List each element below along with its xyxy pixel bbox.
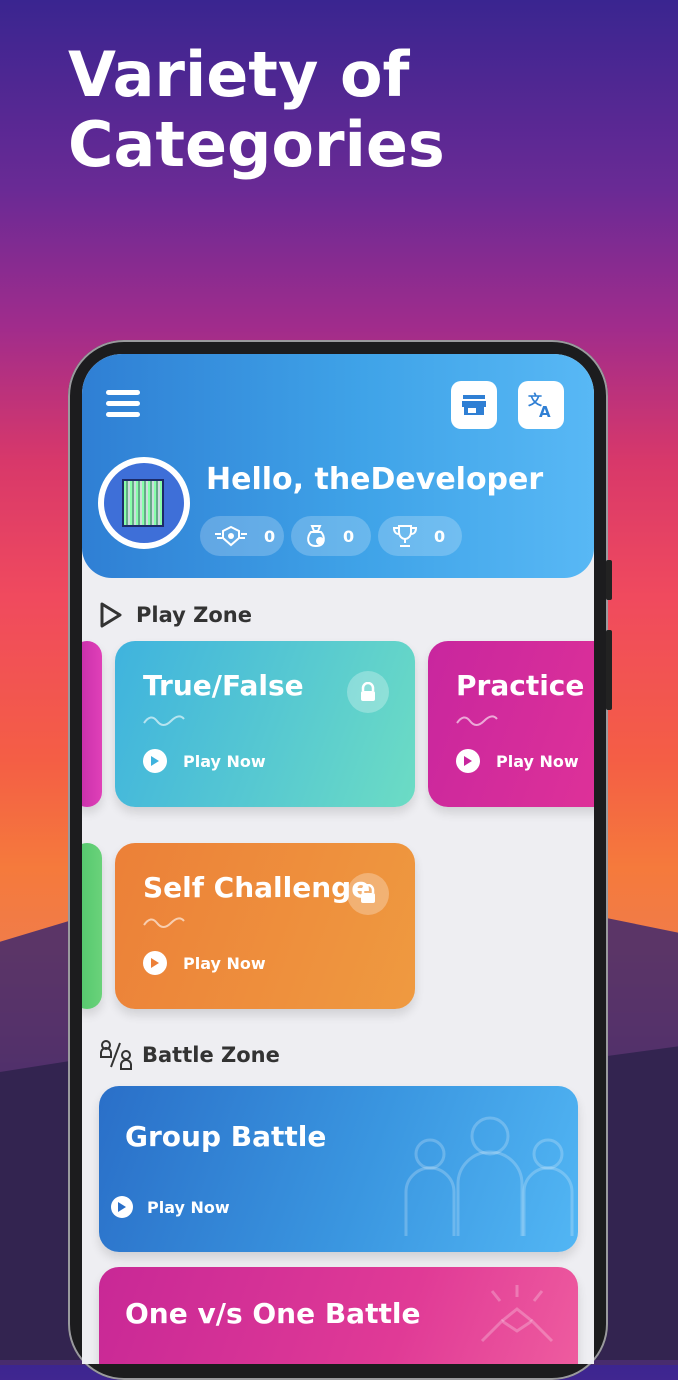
lock-icon xyxy=(347,671,389,713)
coins-value: 0 xyxy=(343,526,355,546)
wave-icon xyxy=(143,715,185,726)
greeting-text: Hello, theDeveloper xyxy=(206,462,544,497)
coins-stat: 0 xyxy=(291,516,371,556)
play-now-label: Play Now xyxy=(147,1197,230,1217)
battle-icon xyxy=(100,1040,132,1070)
store-button[interactable] xyxy=(451,381,497,429)
menu-icon-line xyxy=(106,412,140,417)
menu-icon-line xyxy=(106,401,140,406)
lock-icon xyxy=(347,873,389,915)
play-circle-icon xyxy=(111,1196,133,1218)
play-now-label: Play Now xyxy=(496,751,579,771)
prev-card-peek[interactable] xyxy=(82,641,102,807)
true-false-card[interactable]: True/False Play Now xyxy=(115,641,415,807)
play-circle-icon xyxy=(143,749,167,773)
coin-bag-icon xyxy=(307,525,325,548)
wave-icon xyxy=(143,917,185,928)
card-title: One v/s One Battle xyxy=(125,1297,421,1330)
play-now-button[interactable]: Play Now xyxy=(456,749,579,773)
language-button[interactable]: 文A xyxy=(518,381,564,429)
practice-card[interactable]: Practice Play Now xyxy=(428,641,594,807)
play-now-button[interactable]: Play Now xyxy=(143,951,266,975)
rank-value: 0 xyxy=(264,526,276,546)
handshake-icon xyxy=(480,1285,554,1343)
play-circle-icon xyxy=(456,749,480,773)
store-icon xyxy=(462,395,486,415)
play-zone-title: Play Zone xyxy=(136,603,252,627)
trophy-stat: 0 xyxy=(378,516,462,556)
one-vs-one-battle-card[interactable]: One v/s One Battle xyxy=(99,1267,578,1364)
card-title: Self Challenge xyxy=(143,871,371,904)
svg-text:A: A xyxy=(539,403,551,419)
trophy-value: 0 xyxy=(434,526,446,546)
avatar[interactable] xyxy=(98,457,190,549)
translate-icon: 文A xyxy=(528,392,551,419)
rank-stat: 0 xyxy=(200,516,284,556)
play-zone-heading: Play Zone xyxy=(98,601,252,629)
prev-card-peek-2[interactable] xyxy=(82,843,102,1009)
play-now-label: Play Now xyxy=(183,751,266,771)
card-title: Group Battle xyxy=(125,1120,327,1153)
app-screen: 文A Hello, theDeveloper 0 0 0 Play Zone T… xyxy=(82,354,594,1364)
promo-headline: Variety of Categories xyxy=(68,40,445,180)
play-circle-icon xyxy=(143,951,167,975)
play-now-button[interactable]: Play Now xyxy=(143,749,266,773)
play-now-label: Play Now xyxy=(183,953,266,973)
phone-side-button xyxy=(606,630,612,710)
promo-line-1: Variety of xyxy=(68,38,410,111)
group-people-icon xyxy=(404,1116,574,1236)
card-title: Practice xyxy=(456,669,585,702)
card-title: True/False xyxy=(143,669,304,702)
promo-line-2: Categories xyxy=(68,108,445,181)
self-challenge-card[interactable]: Self Challenge Play Now xyxy=(115,843,415,1009)
wave-icon xyxy=(456,715,498,726)
group-battle-card[interactable]: Group Battle Play Now xyxy=(99,1086,578,1252)
play-outline-icon xyxy=(100,602,122,628)
menu-button[interactable] xyxy=(106,390,140,420)
profile-header: 文A Hello, theDeveloper 0 0 0 xyxy=(82,354,594,578)
trophy-icon xyxy=(392,525,418,547)
battle-zone-heading: Battle Zone xyxy=(98,1039,280,1071)
battle-zone-title: Battle Zone xyxy=(142,1043,280,1067)
play-now-button[interactable]: Play Now xyxy=(111,1196,230,1218)
avatar-qr-image xyxy=(122,479,164,527)
phone-volume-button xyxy=(606,560,612,600)
menu-icon xyxy=(106,390,140,395)
rank-badge-icon xyxy=(215,525,247,547)
